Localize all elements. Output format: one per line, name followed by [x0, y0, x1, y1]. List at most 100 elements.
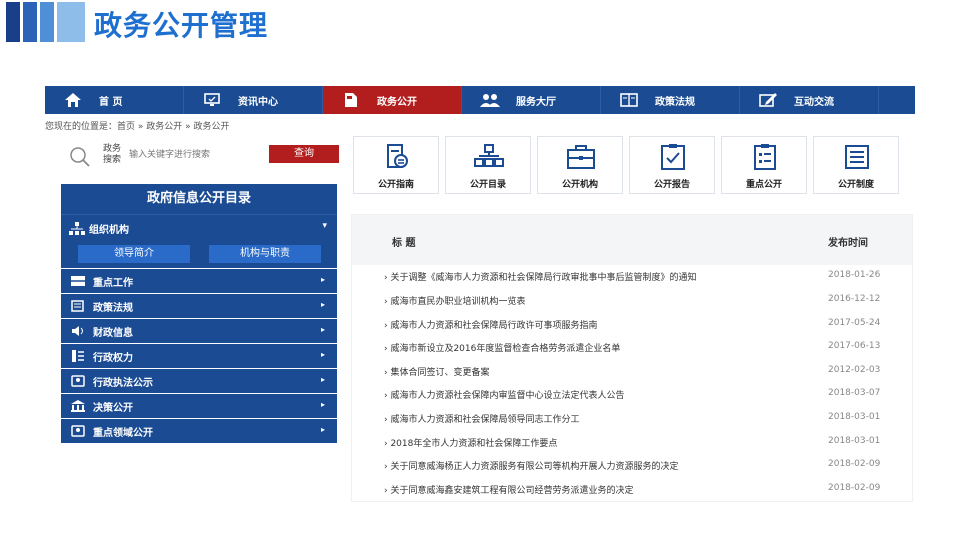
clipboard-list-icon [750, 143, 780, 171]
list-item[interactable]: › 威海市人力资源和社会保障局领导同志工作分工 2018-03-01 [384, 412, 904, 428]
chevron-right-icon: ▸ [320, 400, 325, 409]
list-item[interactable]: › 关于调整《威海市人力资源和社会保障局行政审批事中事后监管制度》的通知 201… [384, 270, 904, 286]
tile-label: 公开指南 [377, 180, 414, 190]
speaker-icon [71, 324, 87, 338]
tile-label: 公开制度 [837, 180, 874, 190]
slide-title: 政务公开管理 [94, 9, 269, 42]
book-icon [71, 299, 87, 313]
news-title-link[interactable]: › 关于同意威海杨正人力资源服务有限公司等机构开展人力资源服务的决定 [384, 459, 678, 472]
badge-icon [71, 374, 87, 388]
slide-header: 政务公开管理 [0, 0, 960, 48]
news-date: 2017-06-13 [828, 341, 881, 351]
tile-report[interactable]: 公开报告 [629, 136, 715, 194]
list-item[interactable]: › 威海市新设立及2016年度监督检查合格劳务派遣企业名单 2017-06-13 [384, 341, 904, 357]
clipboard-check-icon [658, 143, 688, 171]
org-chart-icon [69, 221, 85, 236]
search-button[interactable]: 查询 [269, 145, 339, 163]
decorative-bars [6, 2, 88, 42]
tile-label: 重点公开 [745, 180, 782, 190]
news-date: 2018-03-07 [828, 388, 881, 398]
directory-item-label: 重点工作 [93, 277, 133, 289]
chevron-right-icon: ▸ [320, 300, 325, 309]
column-date: 发布时间 [828, 238, 868, 249]
directory-item-decisions[interactable]: 决策公开 ▸ [61, 394, 337, 418]
news-date: 2018-02-09 [828, 459, 881, 469]
directory-item-admin-power[interactable]: 行政权力 ▸ [61, 344, 337, 368]
news-title-link[interactable]: › 威海市人力资源和社会保障局行政许可事项服务指南 [384, 318, 597, 331]
search-input[interactable] [129, 146, 255, 164]
news-title-link[interactable]: › 2018年全市人力资源和社会保障工作要点 [384, 436, 557, 449]
directory-item-enforcement[interactable]: 行政执法公示 ▸ [61, 369, 337, 393]
news-list: 标 题 发布时间 › 关于调整《威海市人力资源和社会保障局行政审批事中事后监管制… [351, 214, 913, 502]
chevron-right-icon: ▸ [320, 325, 325, 334]
directory-item-policies[interactable]: 政策法规 ▸ [61, 294, 337, 318]
org-header[interactable]: 组织机构 [69, 221, 129, 236]
book-icon [619, 92, 639, 108]
news-date: 2012-02-03 [828, 365, 881, 375]
tile-catalog[interactable]: 公开目录 [445, 136, 531, 194]
website-screenshot: 首 页 资讯中心 政务公开 服务大厅 政策法规 互动交流 您现在的位置是：首页 … [45, 86, 915, 506]
nav-label: 互动交流 [794, 96, 834, 108]
grid-icon [71, 274, 87, 288]
badge-icon [71, 424, 87, 438]
news-title-link[interactable]: › 威海市直民办职业培训机构一览表 [384, 294, 525, 307]
nav-item-policies[interactable]: 政策法规 [601, 86, 740, 114]
breadcrumb: 您现在的位置是：首页 » 政务公开 » 政务公开 [45, 122, 230, 132]
nav-item-service-hall[interactable]: 服务大厅 [462, 86, 601, 114]
nav-label: 政务公开 [377, 96, 417, 108]
document-lines-icon [842, 143, 872, 171]
list-item[interactable]: › 威海市直民办职业培训机构一览表 2016-12-12 [384, 294, 904, 310]
directory-item-label: 行政执法公示 [93, 377, 153, 389]
directory-item-key-fields[interactable]: 重点领域公开 ▸ [61, 419, 337, 443]
tile-guide[interactable]: 公开指南 [353, 136, 439, 194]
news-date: 2016-12-12 [828, 294, 881, 304]
nav-item-news-center[interactable]: 资讯中心 [184, 86, 323, 114]
chevron-right-icon: ▸ [320, 350, 325, 359]
nav-item-home[interactable]: 首 页 [45, 86, 184, 114]
news-title-link[interactable]: › 威海市人力资源社会保障内审监督中心设立法定代表人公告 [384, 388, 624, 401]
nav-item-interaction[interactable]: 互动交流 [740, 86, 879, 114]
nav-label: 政策法规 [655, 96, 695, 108]
guide-icon [382, 143, 412, 171]
home-icon [63, 92, 83, 108]
org-duties-button[interactable]: 机构与职责 [209, 245, 321, 263]
news-date: 2017-05-24 [828, 318, 881, 328]
directory-item-label: 行政权力 [93, 352, 133, 364]
nav-label: 首 页 [99, 96, 123, 108]
list-item[interactable]: › 集体合同签订、变更备案 2012-02-03 [384, 365, 904, 381]
nav-label: 服务大厅 [516, 96, 556, 108]
list-item[interactable]: › 威海市人力资源和社会保障局行政许可事项服务指南 2017-05-24 [384, 318, 904, 334]
nav-item-gov-affairs[interactable]: 政务公开 [323, 86, 462, 114]
directory-item-key-work[interactable]: 重点工作 ▸ [61, 269, 337, 293]
directory-item-label: 重点领域公开 [93, 427, 153, 439]
list-item[interactable]: › 威海市人力资源社会保障内审监督中心设立法定代表人公告 2018-03-07 [384, 388, 904, 404]
leader-intro-button[interactable]: 领导简介 [78, 245, 190, 263]
list-item[interactable]: › 2018年全市人力资源和社会保障工作要点 2018-03-01 [384, 436, 904, 452]
tile-label: 公开报告 [653, 180, 690, 190]
news-header: 标 题 发布时间 [352, 215, 912, 265]
directory-item-label: 财政信息 [93, 327, 133, 339]
directory-item-finance[interactable]: 财政信息 ▸ [61, 319, 337, 343]
users-icon [480, 92, 500, 108]
caret-down-icon[interactable]: ▾ [322, 221, 327, 231]
chevron-right-icon: ▸ [320, 425, 325, 434]
tile-key-disclosure[interactable]: 重点公开 [721, 136, 807, 194]
chevron-right-icon: ▸ [320, 375, 325, 384]
org-label: 组织机构 [89, 225, 129, 236]
list-icon [71, 349, 87, 363]
list-item[interactable]: › 关于同意威海杨正人力资源服务有限公司等机构开展人力资源服务的决定 2018-… [384, 459, 904, 475]
nav-label: 资讯中心 [238, 96, 278, 108]
directory-org-section: 组织机构 ▾ 领导简介 机构与职责 [61, 214, 337, 268]
news-date: 2018-02-09 [828, 483, 881, 493]
news-title-link[interactable]: › 威海市新设立及2016年度监督检查合格劳务派遣企业名单 [384, 341, 620, 354]
column-title: 标 题 [392, 238, 416, 249]
news-title-link[interactable]: › 威海市人力资源和社会保障局领导同志工作分工 [384, 412, 579, 425]
edit-icon [758, 92, 778, 108]
news-title-link[interactable]: › 关于调整《威海市人力资源和社会保障局行政审批事中事后监管制度》的通知 [384, 270, 696, 283]
list-item[interactable]: › 关于同意威海鑫安建筑工程有限公司经营劳务派遣业务的决定 2018-02-09 [384, 483, 904, 499]
news-title-link[interactable]: › 关于同意威海鑫安建筑工程有限公司经营劳务派遣业务的决定 [384, 483, 633, 496]
tile-institutions[interactable]: 公开机构 [537, 136, 623, 194]
news-title-link[interactable]: › 集体合同签订、变更备案 [384, 365, 489, 378]
directory-item-label: 政策法规 [93, 302, 133, 314]
tile-system[interactable]: 公开制度 [813, 136, 899, 194]
